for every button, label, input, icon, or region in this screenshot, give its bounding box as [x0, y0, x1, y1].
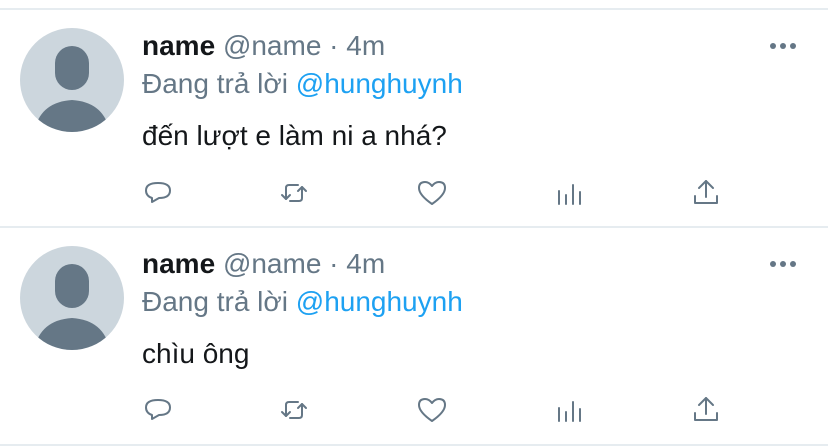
share-icon: [694, 397, 718, 421]
reply-button[interactable]: [140, 392, 176, 428]
tweet-actions: [140, 175, 740, 215]
analytics-button[interactable]: [552, 392, 588, 428]
reply-mention-link[interactable]: @hunghuynh: [296, 286, 463, 317]
reply-context: Đang trả lời @hunghuynh: [142, 68, 463, 100]
handle-and-time: @name · 4m: [222, 30, 386, 61]
reply-prefix: Đang trả lời: [142, 68, 288, 99]
reply-button[interactable]: [140, 175, 176, 211]
analytics-button[interactable]: [552, 175, 588, 211]
tweet[interactable]: name @name · 4m Đang trả lời @hunghuynh …: [0, 228, 828, 444]
tweet-text: đến lượt e làm ni a nhá?: [142, 120, 447, 151]
retweet-icon: [281, 401, 307, 419]
retweet-icon: [281, 184, 307, 202]
reply-icon: [145, 399, 171, 420]
analytics-icon: [558, 184, 581, 205]
reply-icon: [145, 182, 171, 203]
tweet-actions: [140, 392, 740, 432]
share-button[interactable]: [688, 392, 724, 428]
tweet-text: chìu ông: [142, 338, 250, 369]
retweet-button[interactable]: [276, 175, 312, 211]
avatar[interactable]: [20, 246, 124, 350]
reply-prefix: Đang trả lời: [142, 286, 288, 317]
default-profile-icon: [34, 264, 110, 350]
reply-mention-link[interactable]: @hunghuynh: [296, 68, 463, 99]
tweet[interactable]: name @name · 4m Đang trả lời @hunghuynh …: [0, 10, 828, 226]
handle-and-time: @name · 4m: [222, 248, 386, 279]
analytics-icon: [558, 401, 581, 422]
more-icon[interactable]: [770, 258, 800, 270]
heart-icon: [418, 398, 446, 422]
bottom-divider: [0, 444, 828, 446]
reply-context: Đang trả lời @hunghuynh: [142, 286, 463, 318]
heart-icon: [418, 181, 446, 205]
avatar[interactable]: [20, 28, 124, 132]
display-name[interactable]: name: [142, 248, 215, 279]
more-icon[interactable]: [770, 40, 800, 52]
display-name[interactable]: name: [142, 30, 215, 61]
tweet-header: name @name · 4m: [142, 248, 385, 280]
like-button[interactable]: [414, 175, 450, 211]
tweet-header: name @name · 4m: [142, 30, 385, 62]
default-profile-icon: [34, 46, 110, 132]
like-button[interactable]: [414, 392, 450, 428]
share-icon: [694, 180, 718, 204]
retweet-button[interactable]: [276, 392, 312, 428]
share-button[interactable]: [688, 175, 724, 211]
